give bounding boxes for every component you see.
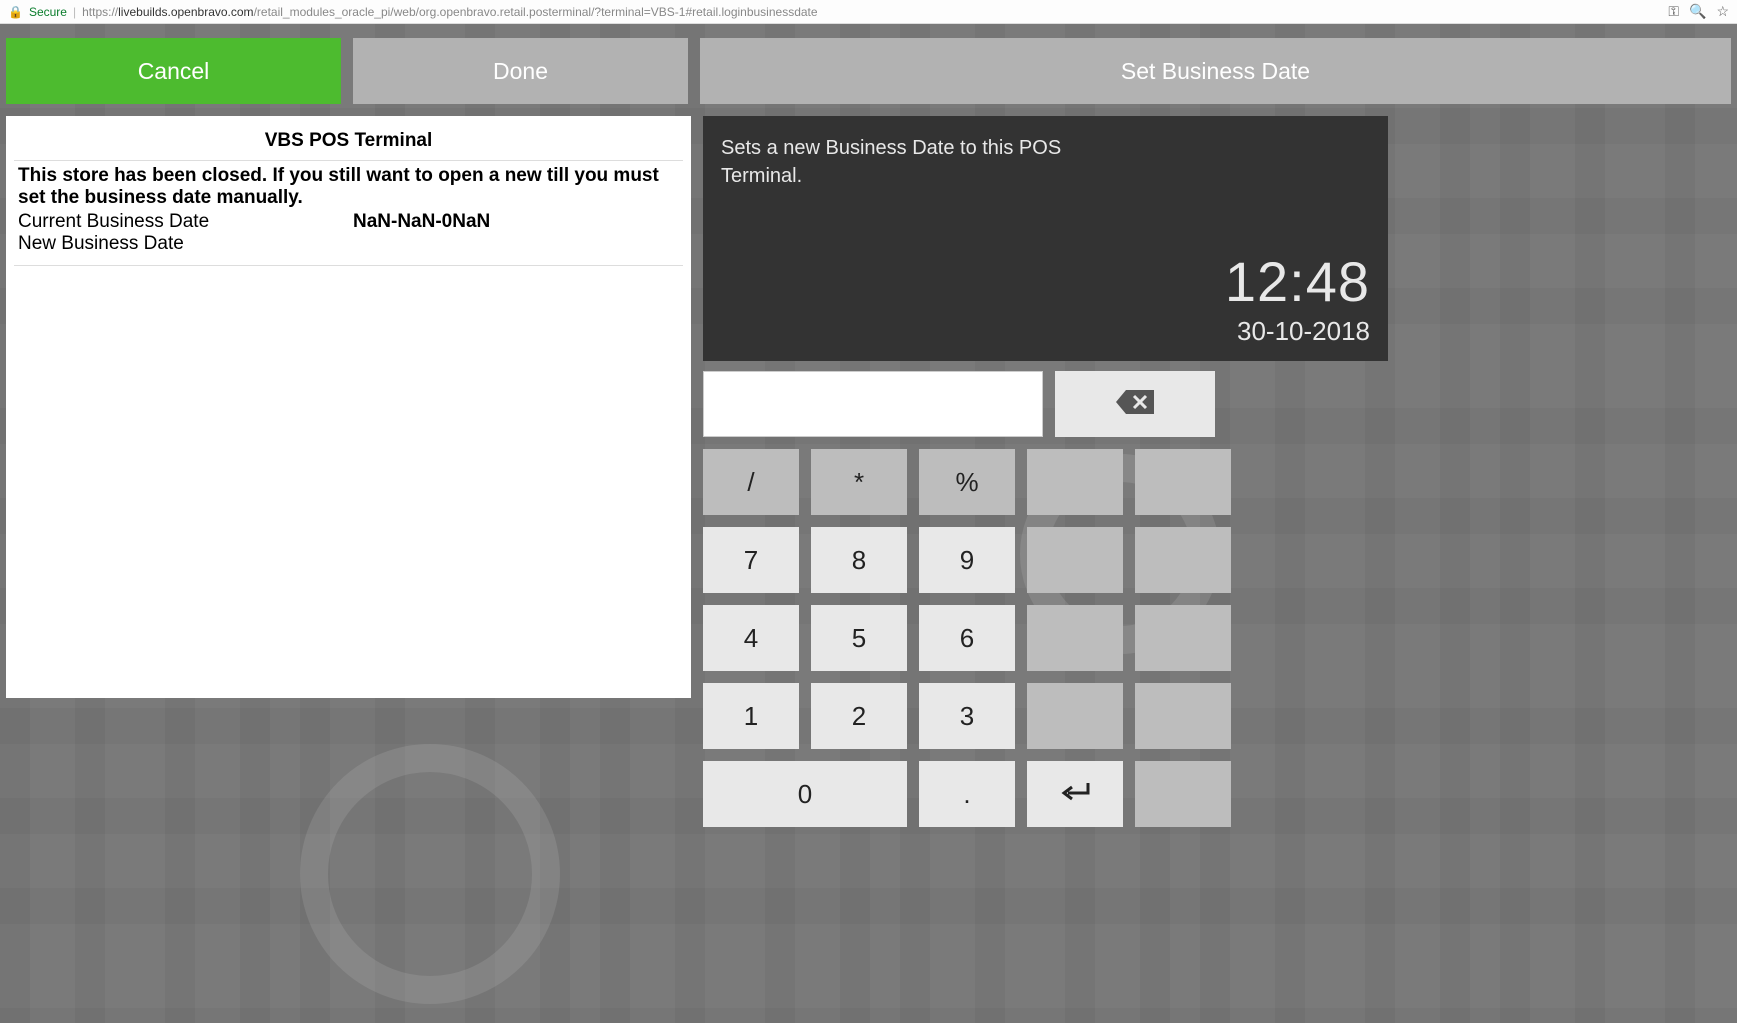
keypad-key-9[interactable]: 9 — [919, 527, 1015, 593]
keypad-key-dot[interactable]: . — [919, 761, 1015, 827]
done-button[interactable]: Done — [353, 38, 688, 104]
keypad-key-/[interactable]: / — [703, 449, 799, 515]
key-icon[interactable]: ⚿ — [1668, 3, 1679, 20]
background-circle — [300, 744, 560, 1004]
info-panel: VBS POS Terminal This store has been clo… — [6, 116, 691, 698]
keypad-display[interactable] — [703, 371, 1043, 437]
star-icon[interactable]: ☆ — [1716, 3, 1729, 20]
right-header-panel: Sets a new Business Date to this POS Ter… — [703, 116, 1388, 361]
browser-address-bar: 🔒 Secure | https://livebuilds.openbravo.… — [0, 0, 1737, 24]
set-business-date-button[interactable]: Set Business Date — [700, 38, 1731, 104]
date-display: 30-10-2018 — [1225, 316, 1370, 347]
zoom-icon[interactable]: 🔍 — [1689, 3, 1706, 20]
keypad-key-4[interactable]: 4 — [703, 605, 799, 671]
keypad-key-1[interactable]: 1 — [703, 683, 799, 749]
separator: | — [73, 5, 76, 19]
keypad-enter-button[interactable] — [1027, 761, 1123, 827]
backspace-button[interactable] — [1055, 371, 1215, 437]
url-proto: https:// — [82, 5, 118, 19]
keypad-key-7[interactable]: 7 — [703, 527, 799, 593]
keypad-key-6[interactable]: 6 — [919, 605, 1015, 671]
terminal-title: VBS POS Terminal — [14, 124, 683, 156]
keypad-blank — [1027, 449, 1123, 515]
keypad-key-5[interactable]: 5 — [811, 605, 907, 671]
cancel-button[interactable]: Cancel — [6, 38, 341, 104]
url-host: livebuilds.openbravo.com — [118, 5, 253, 19]
keypad-key-3[interactable]: 3 — [919, 683, 1015, 749]
keypad-blank — [1135, 683, 1231, 749]
keypad-blank — [1135, 605, 1231, 671]
current-business-date-label: Current Business Date — [18, 211, 353, 233]
keypad-key-*[interactable]: * — [811, 449, 907, 515]
new-business-date-label: New Business Date — [18, 233, 353, 255]
keypad-blank — [1135, 527, 1231, 593]
keypad-blank — [1027, 605, 1123, 671]
current-business-date-value: NaN-NaN-0NaN — [353, 211, 490, 233]
panel-description: Sets a new Business Date to this POS Ter… — [721, 134, 1141, 190]
enter-icon — [1058, 779, 1092, 810]
keypad-blank — [1135, 761, 1231, 827]
keypad-blank — [1027, 683, 1123, 749]
keypad-blank — [1135, 449, 1231, 515]
keypad-key-0[interactable]: 0 — [703, 761, 907, 827]
keypad-key-%[interactable]: % — [919, 449, 1015, 515]
keypad-key-8[interactable]: 8 — [811, 527, 907, 593]
backspace-icon — [1114, 388, 1156, 421]
keypad-key-2[interactable]: 2 — [811, 683, 907, 749]
top-button-row: Cancel Done Set Business Date — [6, 38, 1731, 104]
keypad: /*% 789 456 1230. — [703, 371, 1215, 827]
url-path: /retail_modules_oracle_pi/web/org.openbr… — [254, 5, 818, 19]
clock: 12:48 30-10-2018 — [1225, 249, 1370, 347]
url[interactable]: https://livebuilds.openbravo.com/retail_… — [82, 5, 817, 19]
time-display: 12:48 — [1225, 249, 1370, 314]
keypad-blank — [1027, 527, 1123, 593]
lock-icon: 🔒 — [8, 5, 23, 19]
closed-message: This store has been closed. If you still… — [14, 163, 683, 211]
secure-label: Secure — [29, 5, 67, 19]
